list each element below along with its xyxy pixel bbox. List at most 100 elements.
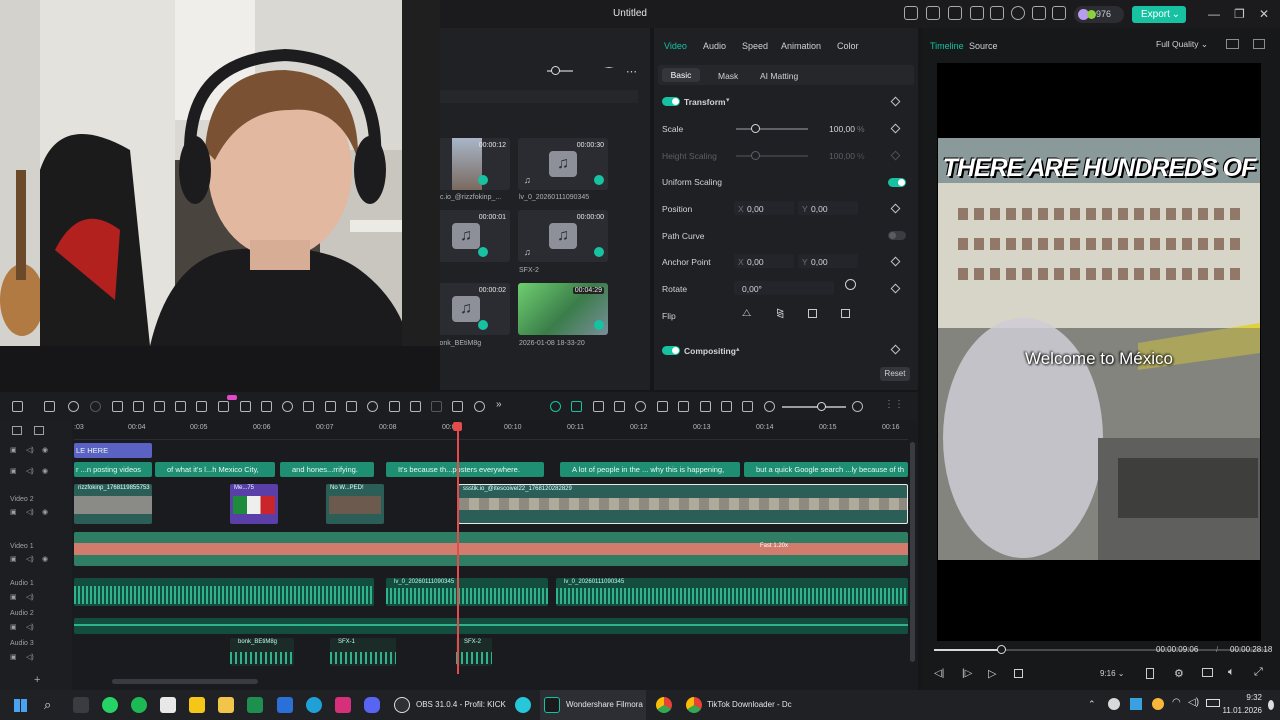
rotate-right-icon[interactable] [841, 309, 850, 318]
flip-vertical-icon[interactable]: ⧎ [776, 308, 784, 319]
play-icon[interactable]: ▷ [988, 667, 996, 680]
subtab-ai-matting[interactable]: AI Matting [760, 71, 798, 81]
mute-icon[interactable]: ◁) [26, 446, 34, 454]
mute-icon[interactable]: ◁) [26, 508, 34, 516]
media-item[interactable]: ♫ 00:00:00 ♫ [518, 210, 608, 262]
chevron-down-icon[interactable]: ▾ [726, 96, 730, 104]
app-icon[interactable] [515, 697, 531, 713]
tab-timeline[interactable]: Timeline [930, 41, 964, 51]
headset-icon[interactable] [1032, 6, 1046, 20]
text-icon[interactable] [196, 401, 207, 412]
audio-clip[interactable] [74, 618, 908, 634]
audio-clip[interactable]: lv_0_20260111090345 [386, 578, 548, 606]
close-icon[interactable]: ✕ [1259, 7, 1269, 21]
chrome-icon[interactable] [686, 697, 702, 713]
keyframe-tool-icon[interactable] [389, 401, 400, 412]
smart-cutout-icon[interactable] [431, 401, 442, 412]
zoom-out-icon[interactable] [764, 401, 775, 412]
display-icon[interactable] [1146, 668, 1154, 679]
horizontal-scrollbar[interactable] [112, 679, 258, 684]
video-clip[interactable]: Me...75 [230, 484, 278, 524]
motion-tracking-icon[interactable] [410, 401, 421, 412]
export-button[interactable]: Export ⌄ [1132, 6, 1186, 23]
video-clip[interactable]: Fast 1.20x [74, 532, 908, 566]
maximize-icon[interactable]: ❐ [1234, 7, 1245, 21]
expand-icon[interactable]: ⤢ [1254, 666, 1263, 679]
auto-ripple-icon[interactable] [635, 401, 646, 412]
more-tools-icon[interactable]: » [496, 399, 502, 410]
tab-animation[interactable]: Animation [781, 41, 821, 51]
rotate-dial-icon[interactable] [845, 279, 856, 290]
mute-icon[interactable]: ◁) [26, 653, 34, 661]
path-curve-toggle[interactable] [888, 231, 906, 240]
text-clip[interactable]: and hones...rrifying. [280, 462, 374, 477]
cloud-icon[interactable] [1011, 6, 1025, 20]
video-clip[interactable]: rizzfokinp_1768119855753 [74, 484, 152, 524]
scale-value[interactable]: 100,00 [829, 124, 855, 134]
taskbar-app-label[interactable]: OBS 31.0.4 - Profil: KICK [416, 700, 506, 709]
filter-icon[interactable] [604, 67, 614, 77]
instagram-icon[interactable] [335, 697, 351, 713]
grid-apps-icon[interactable] [1052, 6, 1066, 20]
text-clip[interactable]: of what it's l...h Mexico City, [155, 462, 275, 477]
color-icon[interactable] [303, 401, 314, 412]
search-icon[interactable]: ⌕ [44, 697, 51, 713]
playhead[interactable] [457, 422, 459, 674]
stabilize-icon[interactable] [325, 401, 336, 412]
text-to-speech-icon[interactable] [452, 401, 463, 412]
mute-icon[interactable]: ◁) [26, 593, 34, 601]
notes-icon[interactable] [189, 697, 205, 713]
send-icon[interactable] [926, 6, 940, 20]
audio-clip[interactable] [74, 578, 374, 606]
word-icon[interactable] [277, 697, 293, 713]
visibility-eye-icon[interactable]: ◉ [42, 508, 48, 516]
settings-gear-icon[interactable]: ⚙ [1174, 667, 1184, 680]
aspect-ratio-select[interactable]: 9:16 ⌄ [1100, 669, 1125, 678]
shield-icon[interactable] [657, 401, 668, 412]
snap-icon[interactable] [571, 401, 582, 412]
text-clip[interactable]: r ...n posting videos [74, 462, 152, 477]
keyframe-icon[interactable] [890, 283, 901, 294]
snapshot-camera-icon[interactable] [1202, 668, 1213, 677]
ai-text-icon[interactable] [218, 401, 229, 412]
more-icon[interactable]: ⋯ [626, 65, 637, 78]
audio-mixer-icon[interactable] [700, 401, 711, 412]
microphone-icon[interactable] [678, 401, 689, 412]
screenshot-icon[interactable] [721, 401, 732, 412]
excel-icon[interactable] [247, 697, 263, 713]
zoom-in-icon[interactable] [852, 401, 863, 412]
audio-clip[interactable]: SFX-2 [456, 638, 492, 666]
volume-icon[interactable]: 🔈︎ [1228, 666, 1235, 679]
tab-source[interactable]: Source [969, 41, 998, 51]
credits-badge[interactable]: 976 [1074, 6, 1124, 23]
playback-progress-knob[interactable] [996, 645, 1006, 654]
keyframe-icon[interactable] [890, 123, 901, 134]
ai-tools-icon[interactable] [346, 401, 357, 412]
keyframe-icon[interactable] [890, 96, 901, 107]
save-icon[interactable] [990, 6, 1004, 20]
lock-icon[interactable]: ▣ [10, 555, 17, 563]
more-options-icon[interactable]: ⋮⋮ [884, 399, 904, 410]
audio-clip[interactable]: bonk_BEtiM8g [230, 638, 294, 666]
whatsapp-icon[interactable] [102, 697, 118, 713]
taskbar-app-label[interactable]: TikTok Downloader - Dc [707, 700, 792, 709]
split-icon[interactable] [133, 401, 144, 412]
mute-icon[interactable]: ◁) [26, 623, 34, 631]
gift-icon[interactable] [904, 6, 918, 20]
undo-icon[interactable] [68, 401, 79, 412]
tab-video[interactable]: Video [664, 41, 687, 51]
visibility-eye-icon[interactable]: ◉ [42, 446, 48, 454]
lock-icon[interactable]: ▣ [10, 593, 17, 601]
notification-icon[interactable] [1268, 700, 1274, 710]
add-track-icon[interactable] [12, 426, 22, 435]
lock-icon[interactable]: ▣ [10, 508, 17, 516]
monitor-icon[interactable] [970, 6, 984, 20]
uniform-scaling-toggle[interactable] [888, 178, 906, 187]
taskbar-app-label[interactable]: Wondershare Filmora [566, 700, 643, 709]
redo-icon[interactable] [90, 401, 101, 412]
tray-app-icon[interactable] [1108, 698, 1120, 710]
zoom-slider-knob[interactable] [551, 66, 560, 75]
subtab-mask[interactable]: Mask [718, 71, 738, 81]
snapshot-view-icon[interactable] [1226, 39, 1239, 49]
windows-start-icon[interactable] [14, 699, 27, 712]
